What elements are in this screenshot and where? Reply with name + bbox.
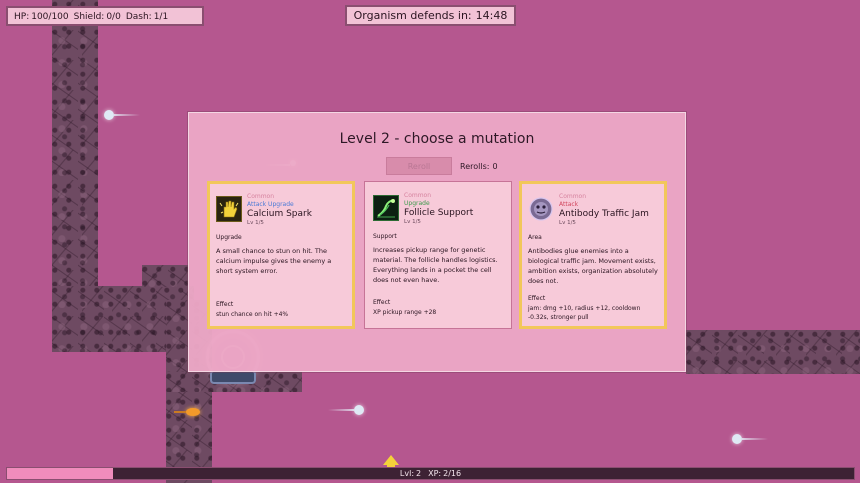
card-effect-label: Effect [528,295,546,302]
reroll-row: Reroll Rerolls: 0 [386,157,498,175]
card-description: Increases pickup range for genetic mater… [373,246,498,284]
reroll-button[interactable]: Reroll [386,157,452,175]
level-label: Lvl: [399,469,415,478]
xp-progress-bar: Lvl: 2 XP: 2/16 [6,467,855,480]
germ-enemy [328,405,364,415]
card-name: Calcium Spark [247,209,312,219]
tissue-wall [142,265,188,287]
dash-value: 1/1 [153,12,169,22]
card-effect-label: Effect [216,301,234,308]
dash-label: Dash: [125,12,152,22]
mutation-card-follicle-support[interactable]: Common Upgrade Follicle Support Lv 1/5 S… [364,181,512,329]
mutation-card-calcium-spark[interactable]: Common Attack Upgrade Calcium Spark Lv 1… [207,181,355,329]
card-tag: Support [373,233,397,240]
card-effect: XP pickup range +28 [373,309,437,316]
level-value: 2 [416,469,422,478]
antibody-icon [528,196,554,222]
card-type: Upgrade [404,200,430,207]
player-stats-panel: HP: 100/100 Shield: 0/0 Dash: 1/1 [6,6,204,26]
card-tag: Area [528,234,542,241]
orange-germ-enemy [174,408,200,416]
card-type: Attack [559,201,579,208]
xp-label: XP: [428,469,442,478]
calcium-hand-icon [216,196,242,222]
player-cell [210,370,256,384]
germ-enemy [104,110,140,120]
timer-label: Organism defends in: [353,9,472,22]
card-rarity: Common [559,193,587,200]
card-rarity: Common [404,192,432,199]
card-level: Lv 1/5 [247,220,264,226]
defense-timer: Organism defends in: 14:48 [345,5,516,26]
card-level: Lv 1/5 [404,219,421,225]
modal-title: Level 2 - choose a mutation [339,131,535,147]
xp-value: 2/16 [443,469,462,478]
card-tag: Upgrade [216,234,242,241]
rerolls-value: 0 [492,161,498,171]
card-description: Antibodies glue enemies into a biologica… [528,247,658,285]
card-name: Follicle Support [404,208,474,218]
hp-label: HP: [14,12,30,22]
card-level: Lv 1/5 [559,220,576,226]
shield-label: Shield: [73,12,105,22]
direction-arrow-icon [383,455,399,469]
mutation-choice-modal: Level 2 - choose a mutation Reroll Rerol… [188,112,686,372]
card-type: Attack Upgrade [247,201,294,208]
card-effect: jam: dmg +10, radius +12, cooldown -0.32… [528,305,641,321]
rerolls-counter: Rerolls: 0 [460,162,498,171]
card-rarity: Common [247,193,275,200]
card-effect-label: Effect [373,299,391,306]
card-effect: stun chance on hit +4% [216,311,289,318]
xp-text: Lvl: 2 XP: 2/16 [7,468,854,479]
tissue-wall [52,0,98,300]
card-name: Antibody Traffic Jam [559,209,649,219]
shield-value: 0/0 [106,12,121,22]
hp-value: 100/100 [31,12,69,22]
tissue-wall [686,330,860,374]
follicle-icon [373,195,399,221]
timer-value: 14:48 [475,9,508,22]
germ-enemy [732,434,768,444]
card-description: A small chance to stun on hit. The calci… [216,247,332,275]
rerolls-label: Rerolls: [460,161,490,171]
mutation-card-antibody-traffic-jam[interactable]: Common Attack Antibody Traffic Jam Lv 1/… [519,181,667,329]
